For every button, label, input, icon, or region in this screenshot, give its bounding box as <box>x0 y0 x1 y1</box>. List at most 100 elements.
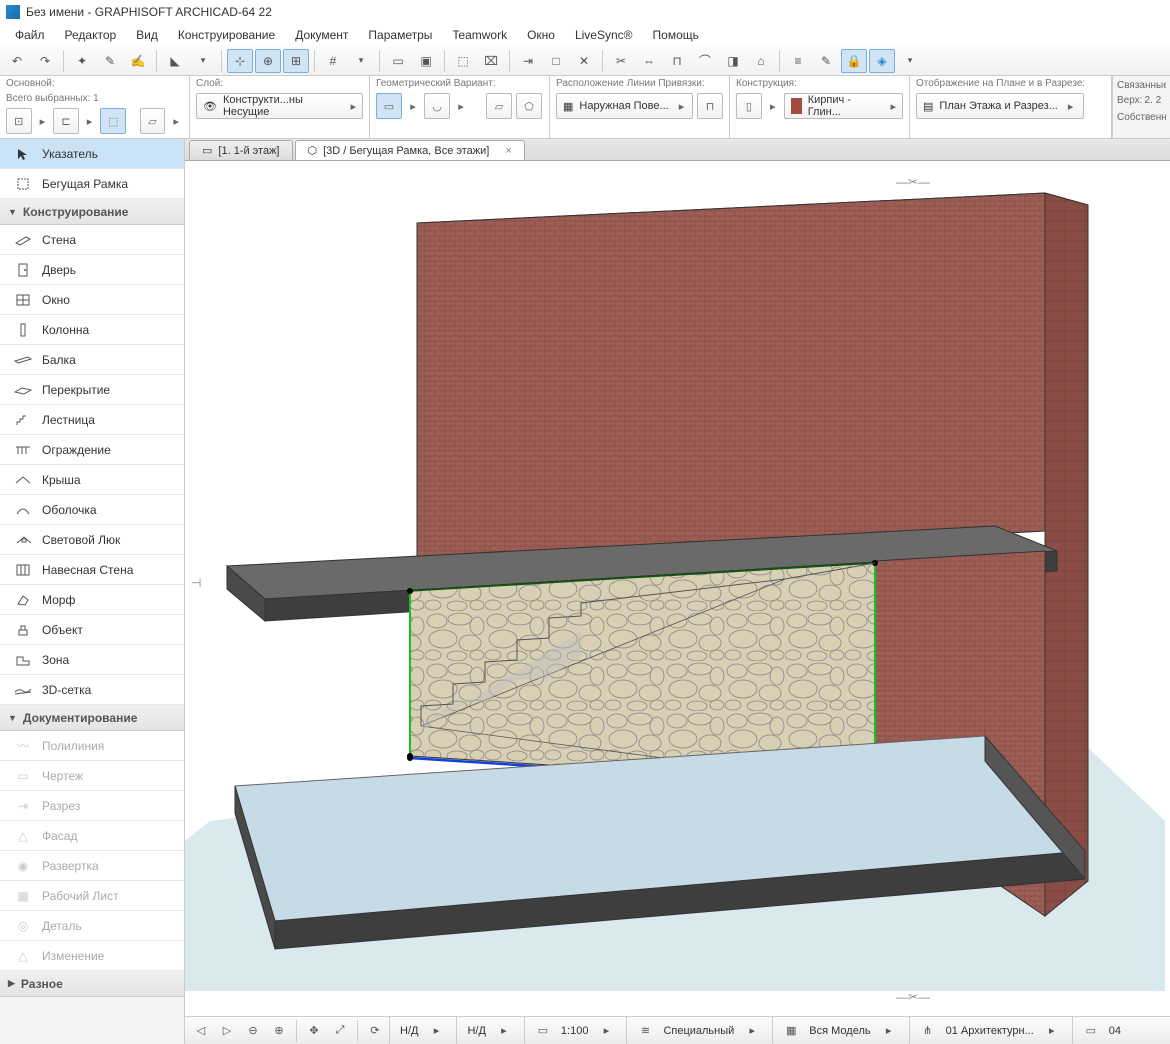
special-dd[interactable]: ▸ <box>740 1020 764 1042</box>
tool-c[interactable]: ✕ <box>571 49 597 73</box>
tab-floorplan[interactable]: ▭[1. 1-й этаж] <box>189 140 293 160</box>
geom-straight[interactable]: ▭ <box>376 93 402 119</box>
tool-railing[interactable]: Ограждение <box>0 435 184 465</box>
scissor-button[interactable]: ✂ <box>608 49 634 73</box>
nav-fwd[interactable]: ▷ <box>215 1020 239 1042</box>
menu-editor[interactable]: Редактор <box>56 26 126 44</box>
tool-pointer[interactable]: Указатель <box>0 139 184 169</box>
pick-button[interactable]: ✦ <box>69 49 95 73</box>
sel-all-button[interactable]: ⊡ <box>6 108 32 134</box>
resize-button[interactable]: ◨ <box>720 49 746 73</box>
snap3-button[interactable]: ⊞ <box>283 49 309 73</box>
scale-dd[interactable]: ▸ <box>594 1020 618 1042</box>
tool-morph[interactable]: Морф <box>0 585 184 615</box>
tool-shell[interactable]: Оболочка <box>0 495 184 525</box>
wall-dd[interactable]: ▸ <box>169 108 183 134</box>
align1-button[interactable]: ≡ <box>785 49 811 73</box>
menu-document[interactable]: Документ <box>286 26 357 44</box>
sel-dd[interactable]: ▸ <box>36 108 50 134</box>
num[interactable]: 04 <box>1105 1025 1125 1037</box>
tool-polyline[interactable]: 〰Полилиния <box>0 731 184 761</box>
snap1-button[interactable]: ⊹ <box>227 49 253 73</box>
tool-change[interactable]: △Изменение <box>0 941 184 971</box>
paste-button[interactable]: ⌧ <box>478 49 504 73</box>
na1-dd[interactable]: ▸ <box>424 1020 448 1042</box>
lock-button[interactable]: 🔒 <box>841 49 867 73</box>
tool-drawing[interactable]: ▭Чертеж <box>0 761 184 791</box>
group-design[interactable]: ▼Конструирование <box>0 199 184 225</box>
trim-button[interactable]: ⊓ <box>664 49 690 73</box>
tool-column[interactable]: Колонна <box>0 315 184 345</box>
zoom-in[interactable]: ⊕ <box>267 1020 291 1042</box>
display-dropdown[interactable]: ▤ План Этажа и Разрез... ▸ <box>916 93 1084 119</box>
tool-detail[interactable]: ◎Деталь <box>0 911 184 941</box>
pan[interactable]: ✥ <box>302 1020 326 1042</box>
model[interactable]: Вся Модель <box>805 1025 874 1037</box>
menu-options[interactable]: Параметры <box>359 26 441 44</box>
measure-button[interactable]: ✍ <box>125 49 151 73</box>
align2-button[interactable]: ✎ <box>813 49 839 73</box>
close-icon[interactable]: × <box>505 145 511 157</box>
menu-file[interactable]: Файл <box>6 26 54 44</box>
fillet-button[interactable]: ⌒ <box>692 49 718 73</box>
model-dd[interactable]: ▸ <box>877 1020 901 1042</box>
menu-window[interactable]: Окно <box>518 26 564 44</box>
tab-3d[interactable]: ⬡[3D / Бегущая Рамка, Все этажи]× <box>295 140 525 160</box>
tool-interior[interactable]: ◉Развертка <box>0 851 184 881</box>
refline-flip[interactable]: ⊓ <box>697 93 723 119</box>
tool-marquee[interactable]: Бегущая Рамка <box>0 169 184 199</box>
group-button[interactable]: ▭ <box>385 49 411 73</box>
menu-design[interactable]: Конструирование <box>169 26 284 44</box>
layer-dropdown[interactable]: 👁 Конструкти...ны Несущие ▸ <box>196 93 363 119</box>
tool-object[interactable]: Объект <box>0 615 184 645</box>
menu-livesync[interactable]: LiveSync® <box>566 26 642 44</box>
show3d-button[interactable]: ◈ <box>869 49 895 73</box>
refline-dropdown[interactable]: ▦ Наружная Пове... ▸ <box>556 93 693 119</box>
geom-poly[interactable]: ⬠ <box>516 93 542 119</box>
group-misc[interactable]: ▶Разное <box>0 971 184 997</box>
geom-trap[interactable]: ▱ <box>486 93 512 119</box>
angle-button[interactable]: ▾ <box>190 49 216 73</box>
geom-curved[interactable]: ◡ <box>424 93 450 119</box>
wall-icon-button[interactable]: ▱ <box>140 108 166 134</box>
sel-marquee-button[interactable]: ⬚ <box>100 108 126 134</box>
adjust-button[interactable]: ⇔ <box>636 49 662 73</box>
3d-viewport[interactable]: —✂— ⊣ <box>185 161 1170 1016</box>
tool-roof[interactable]: Крыша <box>0 465 184 495</box>
cut-button[interactable]: ⬚ <box>450 49 476 73</box>
tool-slab[interactable]: Перекрытие <box>0 375 184 405</box>
grid-dd[interactable]: ▾ <box>348 49 374 73</box>
tool-curtainwall[interactable]: Навесная Стена <box>0 555 184 585</box>
inject-button[interactable]: ✎ <box>97 49 123 73</box>
group-document[interactable]: ▼Документирование <box>0 705 184 731</box>
home-button[interactable]: ⌂ <box>748 49 774 73</box>
construction-dropdown[interactable]: Кирпич - Глин... ▸ <box>784 93 903 119</box>
scale[interactable]: 1:100 <box>557 1025 593 1037</box>
constr-basic[interactable]: ▯ <box>736 93 762 119</box>
grid-button[interactable]: # <box>320 49 346 73</box>
tool-skylight[interactable]: Световой Люк <box>0 525 184 555</box>
nav-back[interactable]: ◁ <box>189 1020 213 1042</box>
constr-dd[interactable]: ▸ <box>766 93 780 119</box>
tool-b[interactable]: □ <box>543 49 569 73</box>
sel-dd2[interactable]: ▸ <box>83 108 97 134</box>
zoom-out[interactable]: ⊖ <box>241 1020 265 1042</box>
tool-zone[interactable]: Зона <box>0 645 184 675</box>
special[interactable]: Специальный <box>659 1025 738 1037</box>
tool-mesh[interactable]: 3D-сетка <box>0 675 184 705</box>
tool-section[interactable]: ⇥Разрез <box>0 791 184 821</box>
geom-dd2[interactable]: ▸ <box>454 93 468 119</box>
tool-elevation[interactable]: △Фасад <box>0 821 184 851</box>
tool-worksheet[interactable]: ▦Рабочий Лист <box>0 881 184 911</box>
snap2-button[interactable]: ⊕ <box>255 49 281 73</box>
orbit[interactable]: ⟳ <box>363 1020 387 1042</box>
ruler-button[interactable]: ◣ <box>162 49 188 73</box>
tool-stair[interactable]: Лестница <box>0 405 184 435</box>
tool-beam[interactable]: Балка <box>0 345 184 375</box>
menu-view[interactable]: Вид <box>127 26 167 44</box>
geom-dd[interactable]: ▸ <box>406 93 420 119</box>
arch-dd[interactable]: ▸ <box>1040 1020 1064 1042</box>
menu-help[interactable]: Помощь <box>644 26 708 44</box>
redo-button[interactable]: ↷ <box>32 49 58 73</box>
arch[interactable]: 01 Архитектурн... <box>942 1025 1038 1037</box>
